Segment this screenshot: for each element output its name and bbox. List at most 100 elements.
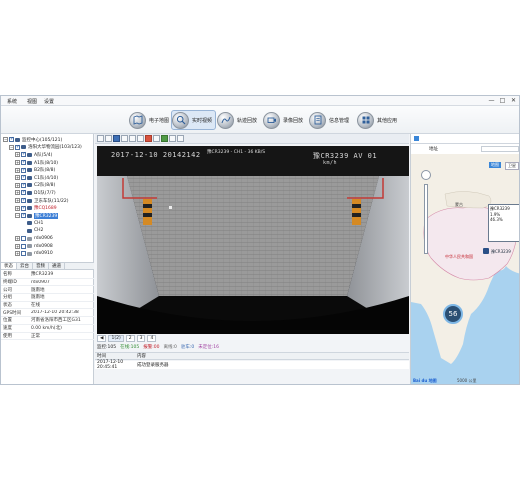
expand-toggle-icon[interactable]: + bbox=[15, 152, 20, 158]
tree-vehicle-selected[interactable]: − 豫CR3239 bbox=[1, 212, 94, 220]
layout-16-button[interactable] bbox=[121, 135, 128, 142]
checkbox[interactable] bbox=[21, 189, 26, 196]
gear-icon bbox=[15, 137, 20, 142]
tree-device[interactable]: + rdx0910 bbox=[1, 250, 94, 258]
talk-button[interactable] bbox=[161, 135, 168, 142]
menu-settings[interactable]: 设置 bbox=[44, 98, 54, 105]
checkbox[interactable] bbox=[21, 212, 26, 219]
expand-toggle-icon[interactable]: + bbox=[15, 198, 20, 204]
tree-fleet[interactable]: + B2队(8/8) bbox=[1, 166, 94, 174]
track-playback-button[interactable]: 轨迹回放 bbox=[217, 110, 260, 130]
layout-4-button[interactable] bbox=[105, 135, 112, 142]
page-4-button[interactable]: 4 bbox=[147, 334, 157, 342]
video-title: 豫CR3239 - CH1 - 36 KB/S bbox=[207, 150, 266, 155]
info-management-button[interactable]: 信息管理 bbox=[309, 110, 352, 130]
maximize-button[interactable]: □ bbox=[499, 97, 506, 104]
video-area: 2017-12-10 20142142 豫CR3239 AV 01 km/h 豫… bbox=[95, 134, 409, 384]
realtime-video-button[interactable]: 实时视频 bbox=[171, 110, 217, 130]
tree-channel[interactable]: CH1 bbox=[1, 220, 94, 228]
snapshot-button[interactable] bbox=[137, 135, 144, 142]
tree-channel[interactable]: CH2 bbox=[1, 227, 94, 235]
vehicle-marker-icon[interactable] bbox=[483, 248, 489, 254]
expand-toggle-icon[interactable]: + bbox=[15, 160, 20, 166]
address-label: 地址 bbox=[429, 147, 438, 152]
checkbox[interactable] bbox=[15, 144, 20, 150]
checkbox[interactable] bbox=[21, 243, 26, 249]
map-button[interactable]: 电子地图 bbox=[129, 110, 172, 130]
folder-icon bbox=[21, 145, 26, 150]
expand-toggle-icon[interactable]: + bbox=[15, 236, 20, 242]
tree-fleet[interactable]: + C1队(4/10) bbox=[1, 174, 94, 182]
checkbox[interactable] bbox=[21, 236, 26, 242]
tab-ptz[interactable]: 云台 bbox=[17, 263, 33, 269]
tree-node-label: C2队(8/8) bbox=[34, 183, 56, 189]
tree-vehicle-alert[interactable]: + 豫CQ1689 bbox=[1, 204, 94, 212]
tree-device[interactable]: +rdx0912 bbox=[1, 258, 94, 259]
tree-device[interactable]: + rdx0908 bbox=[1, 242, 94, 250]
page-2-button[interactable]: 2 bbox=[125, 334, 135, 342]
page-3-button[interactable]: 3 bbox=[136, 334, 146, 342]
tree-fleet[interactable]: + A1队(8/10) bbox=[1, 159, 94, 167]
map-tab-satellite[interactable]: 卫星 bbox=[505, 162, 519, 170]
stat-total: 监控:105 bbox=[97, 344, 117, 350]
zoom-slider[interactable] bbox=[424, 184, 428, 254]
tree-fleet[interactable]: + 卫东车队(11/22) bbox=[1, 197, 94, 205]
expand-toggle-icon[interactable]: + bbox=[15, 190, 20, 196]
layout-9-button[interactable] bbox=[113, 135, 120, 142]
tree-group[interactable]: − 洛阳大华物流园(103/123) bbox=[1, 144, 94, 152]
cluster-marker[interactable]: 56 bbox=[443, 304, 463, 324]
stop-all-button[interactable] bbox=[153, 135, 160, 142]
settings-button[interactable] bbox=[177, 135, 184, 142]
checkbox[interactable] bbox=[21, 182, 26, 188]
tree-fleet[interactable]: + A队(5/4) bbox=[1, 151, 94, 159]
expand-toggle-icon[interactable]: + bbox=[15, 175, 20, 181]
menu-bar: 系统 视图 设置 — □ ✕ bbox=[1, 96, 519, 106]
close-button[interactable]: ✕ bbox=[510, 97, 517, 104]
tab-audio[interactable]: 音频 bbox=[33, 263, 49, 269]
checkbox[interactable] bbox=[9, 136, 14, 143]
other-apps-button[interactable]: 其他应用 bbox=[357, 110, 400, 130]
address-input[interactable] bbox=[481, 146, 519, 152]
record-button[interactable] bbox=[145, 135, 152, 142]
tree-fleet[interactable]: + C2队(8/8) bbox=[1, 182, 94, 190]
video-player[interactable]: 2017-12-10 20142142 豫CR3239 AV 01 km/h 豫… bbox=[97, 146, 409, 334]
menu-view[interactable]: 视图 bbox=[27, 98, 37, 105]
tree-root[interactable]: − 监控中心(105/121) bbox=[1, 136, 94, 144]
property-row: 使用 正常 bbox=[1, 333, 94, 341]
recording-playback-button[interactable]: 录像回放 bbox=[263, 110, 306, 130]
checkbox[interactable] bbox=[21, 167, 26, 173]
expand-toggle-icon[interactable]: − bbox=[15, 213, 20, 219]
map-view[interactable]: 卫星 地图 蒙古 中华人民共和国 豫CR3239 1.9% 46.3% 豫CR3… bbox=[411, 154, 519, 384]
page-1-button[interactable]: 1(2) bbox=[108, 334, 124, 342]
menu-system[interactable]: 系统 bbox=[7, 98, 17, 105]
listen-button[interactable] bbox=[169, 135, 176, 142]
expand-toggle-icon[interactable]: − bbox=[9, 144, 14, 150]
log-row[interactable]: 2017-12-10 20:45:41 成功登录服务器 bbox=[95, 360, 409, 370]
checkbox[interactable] bbox=[21, 205, 26, 211]
map-tab-map[interactable]: 地图 bbox=[489, 162, 501, 168]
checkbox[interactable] bbox=[21, 159, 26, 166]
vehicle-popup[interactable]: 豫CR3239 1.9% 46.3% bbox=[488, 204, 519, 242]
minimize-button[interactable]: — bbox=[488, 97, 495, 104]
page-prev-button[interactable]: ◀ bbox=[97, 334, 107, 342]
expand-toggle-icon[interactable]: + bbox=[15, 167, 20, 173]
stat-online: 在线:105 bbox=[120, 344, 140, 350]
expand-toggle-icon[interactable]: − bbox=[3, 137, 8, 143]
tab-channel[interactable]: 通道 bbox=[49, 263, 65, 269]
expand-toggle-icon[interactable]: + bbox=[15, 205, 20, 211]
checkbox[interactable] bbox=[21, 174, 26, 181]
expand-toggle-icon[interactable]: + bbox=[15, 182, 20, 188]
map-panel-icon bbox=[414, 136, 419, 141]
expand-toggle-icon[interactable]: + bbox=[15, 251, 20, 257]
layout-1-button[interactable] bbox=[97, 135, 104, 142]
checkbox[interactable] bbox=[21, 151, 26, 158]
expand-toggle-icon[interactable]: + bbox=[15, 243, 20, 249]
checkbox[interactable] bbox=[21, 197, 26, 204]
tree-fleet[interactable]: + D1队(7/7) bbox=[1, 189, 94, 197]
checkbox[interactable] bbox=[21, 251, 26, 257]
pan-control[interactable] bbox=[421, 170, 431, 180]
tab-status[interactable]: 状态 bbox=[1, 263, 17, 269]
address-bar: 地址 bbox=[411, 145, 519, 153]
fullscreen-button[interactable] bbox=[129, 135, 136, 142]
tree-device[interactable]: + rdx0906 bbox=[1, 235, 94, 243]
